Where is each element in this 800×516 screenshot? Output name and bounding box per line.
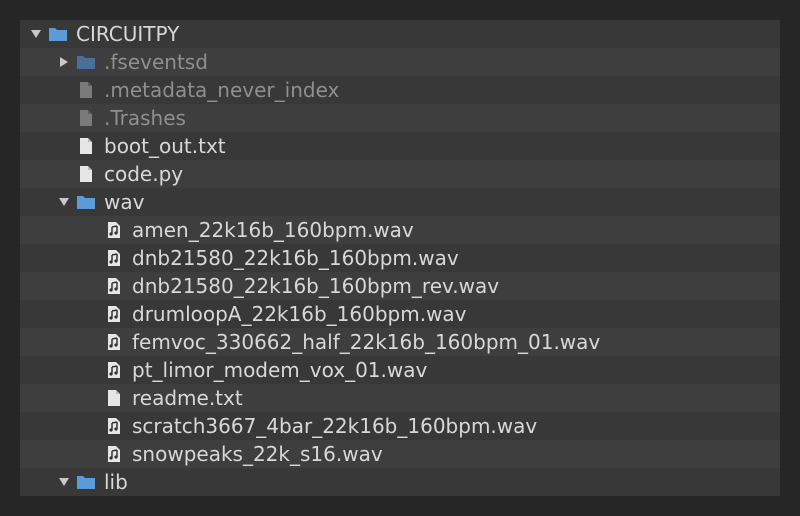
tree-row-audio-file[interactable]: snowpeaks_22k_s16.wav [20, 440, 780, 468]
tree-row-metadata-never-index[interactable]: .metadata_never_index [20, 76, 780, 104]
tree-item-label: femvoc_330662_half_22k16b_160bpm_01.wav [132, 330, 601, 354]
tree-row-audio-file[interactable]: dnb21580_22k16b_160bpm_rev.wav [20, 272, 780, 300]
tree-item-label: amen_22k16b_160bpm.wav [132, 218, 414, 242]
tree-item-label: code.py [104, 162, 184, 186]
tree-row-audio-file[interactable]: scratch3667_4bar_22k16b_160bpm.wav [20, 412, 780, 440]
audio-file-icon [104, 360, 124, 380]
tree-row-readme-txt[interactable]: readme.txt [20, 384, 780, 412]
tree-row-fseventsd[interactable]: .fseventsd [20, 48, 780, 76]
tree-row-circuitpy[interactable]: CIRCUITPY [20, 20, 780, 48]
audio-file-icon [104, 276, 124, 296]
audio-file-icon [104, 248, 124, 268]
expand-arrow-down-icon[interactable] [56, 194, 72, 210]
tree-item-label: readme.txt [132, 386, 243, 410]
tree-row-audio-file[interactable]: drumloopA_22k16b_160bpm.wav [20, 300, 780, 328]
root-folder-label: CIRCUITPY [76, 22, 180, 46]
tree-item-label: .Trashes [104, 106, 186, 130]
file-icon [76, 108, 96, 128]
tree-item-label: pt_limor_modem_vox_01.wav [132, 358, 428, 382]
tree-row-code-py[interactable]: code.py [20, 160, 780, 188]
folder-icon [48, 24, 68, 44]
tree-item-label: .fseventsd [104, 50, 208, 74]
tree-row-lib-folder[interactable]: lib [20, 468, 780, 496]
tree-row-trashes[interactable]: .Trashes [20, 104, 780, 132]
audio-file-icon [104, 416, 124, 436]
file-icon [76, 164, 96, 184]
tree-row-audio-file[interactable]: amen_22k16b_160bpm.wav [20, 216, 780, 244]
file-icon [76, 80, 96, 100]
expand-arrow-right-icon[interactable] [56, 54, 72, 70]
expand-arrow-down-icon[interactable] [28, 26, 44, 42]
audio-file-icon [104, 304, 124, 324]
tree-row-boot-out-txt[interactable]: boot_out.txt [20, 132, 780, 160]
file-tree-panel: CIRCUITPY .fseventsd .metadata_never_ind… [20, 20, 780, 496]
audio-file-icon [104, 332, 124, 352]
tree-item-label: lib [104, 470, 128, 494]
tree-item-label: .metadata_never_index [104, 78, 340, 102]
file-icon [76, 136, 96, 156]
folder-icon [76, 52, 96, 72]
folder-icon [76, 192, 96, 212]
tree-row-audio-file[interactable]: femvoc_330662_half_22k16b_160bpm_01.wav [20, 328, 780, 356]
tree-item-label: dnb21580_22k16b_160bpm_rev.wav [132, 274, 500, 298]
audio-file-icon [104, 444, 124, 464]
tree-item-label: wav [104, 190, 145, 214]
tree-row-audio-file[interactable]: dnb21580_22k16b_160bpm.wav [20, 244, 780, 272]
tree-row-audio-file[interactable]: pt_limor_modem_vox_01.wav [20, 356, 780, 384]
tree-item-label: snowpeaks_22k_s16.wav [132, 442, 383, 466]
folder-icon [76, 472, 96, 492]
tree-item-label: drumloopA_22k16b_160bpm.wav [132, 302, 467, 326]
audio-file-icon [104, 220, 124, 240]
tree-item-label: scratch3667_4bar_22k16b_160bpm.wav [132, 414, 538, 438]
tree-item-label: boot_out.txt [104, 134, 226, 158]
file-icon [104, 388, 124, 408]
tree-item-label: dnb21580_22k16b_160bpm.wav [132, 246, 459, 270]
expand-arrow-down-icon[interactable] [56, 474, 72, 490]
tree-row-wav-folder[interactable]: wav [20, 188, 780, 216]
